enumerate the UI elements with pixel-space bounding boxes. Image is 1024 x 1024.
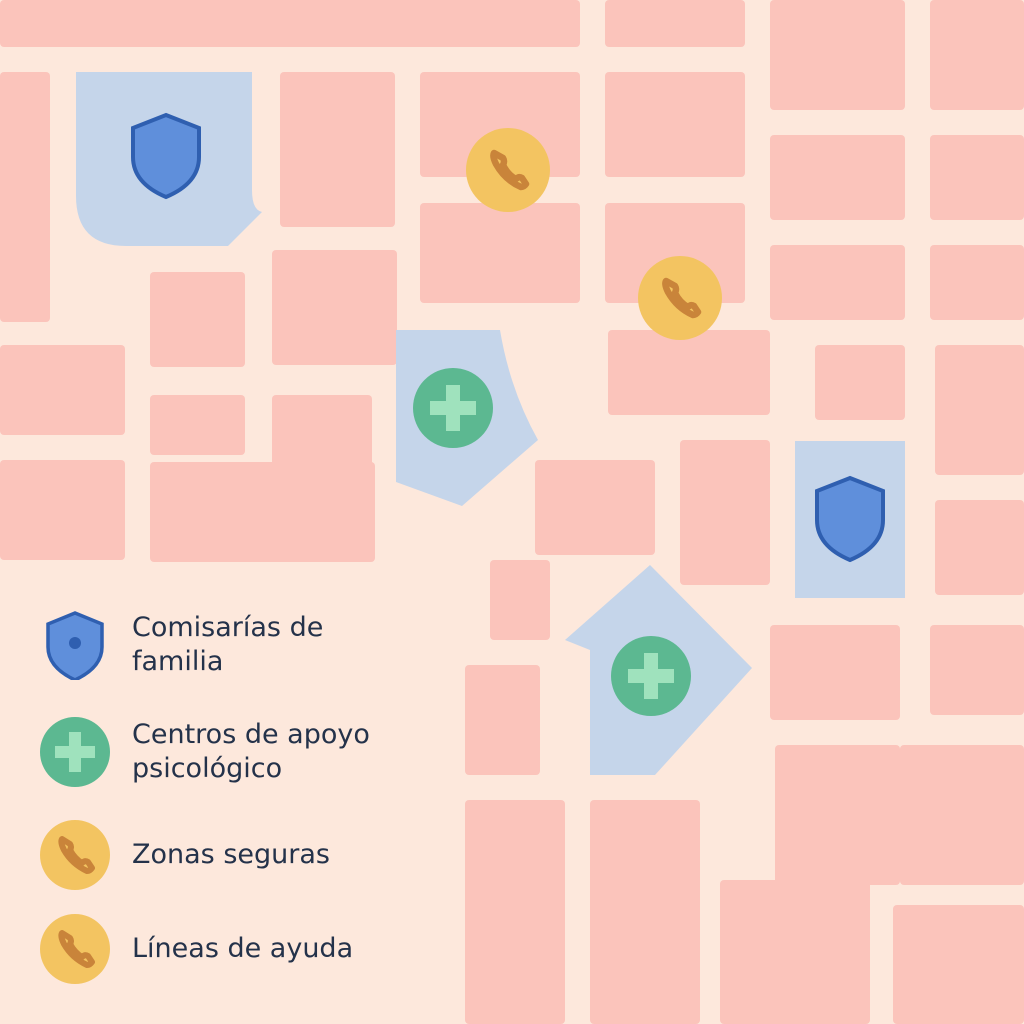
city-block (590, 800, 700, 1024)
cross-icon[interactable] (611, 636, 691, 716)
city-block (935, 500, 1024, 595)
city-block (900, 745, 1024, 885)
city-block (0, 460, 125, 560)
shield-icon[interactable] (131, 112, 201, 200)
city-block (608, 330, 770, 415)
city-block (150, 272, 245, 367)
phone-icon[interactable] (638, 256, 722, 340)
city-block (535, 460, 655, 555)
city-block (930, 0, 1024, 110)
city-block (930, 245, 1024, 320)
city-block (0, 0, 580, 47)
phone-icon[interactable] (466, 128, 550, 212)
city-block (930, 135, 1024, 220)
city-block (420, 203, 580, 303)
city-block (815, 345, 905, 420)
city-map[interactable] (0, 0, 1024, 1024)
cross-icon[interactable] (413, 368, 493, 448)
city-block (720, 880, 870, 1024)
city-block (465, 665, 540, 775)
city-block (770, 625, 900, 720)
city-block (893, 905, 1024, 1024)
city-block (770, 245, 905, 320)
city-block (490, 560, 550, 640)
map-screen: Comisarías de familia Centros de apoyo p… (0, 0, 1024, 1024)
city-block (775, 745, 900, 885)
city-block (280, 72, 395, 227)
city-block (0, 72, 50, 322)
legend-panel-background (0, 565, 460, 1024)
city-block (605, 0, 745, 47)
city-block (150, 462, 375, 562)
city-block (272, 250, 397, 365)
city-block (605, 72, 745, 177)
city-block (150, 395, 245, 455)
city-block (770, 135, 905, 220)
city-block (935, 345, 1024, 475)
city-block (930, 625, 1024, 715)
city-block (770, 0, 905, 110)
city-block (680, 440, 770, 585)
city-block (465, 800, 565, 1024)
shield-icon[interactable] (815, 475, 885, 563)
city-block (0, 345, 125, 435)
